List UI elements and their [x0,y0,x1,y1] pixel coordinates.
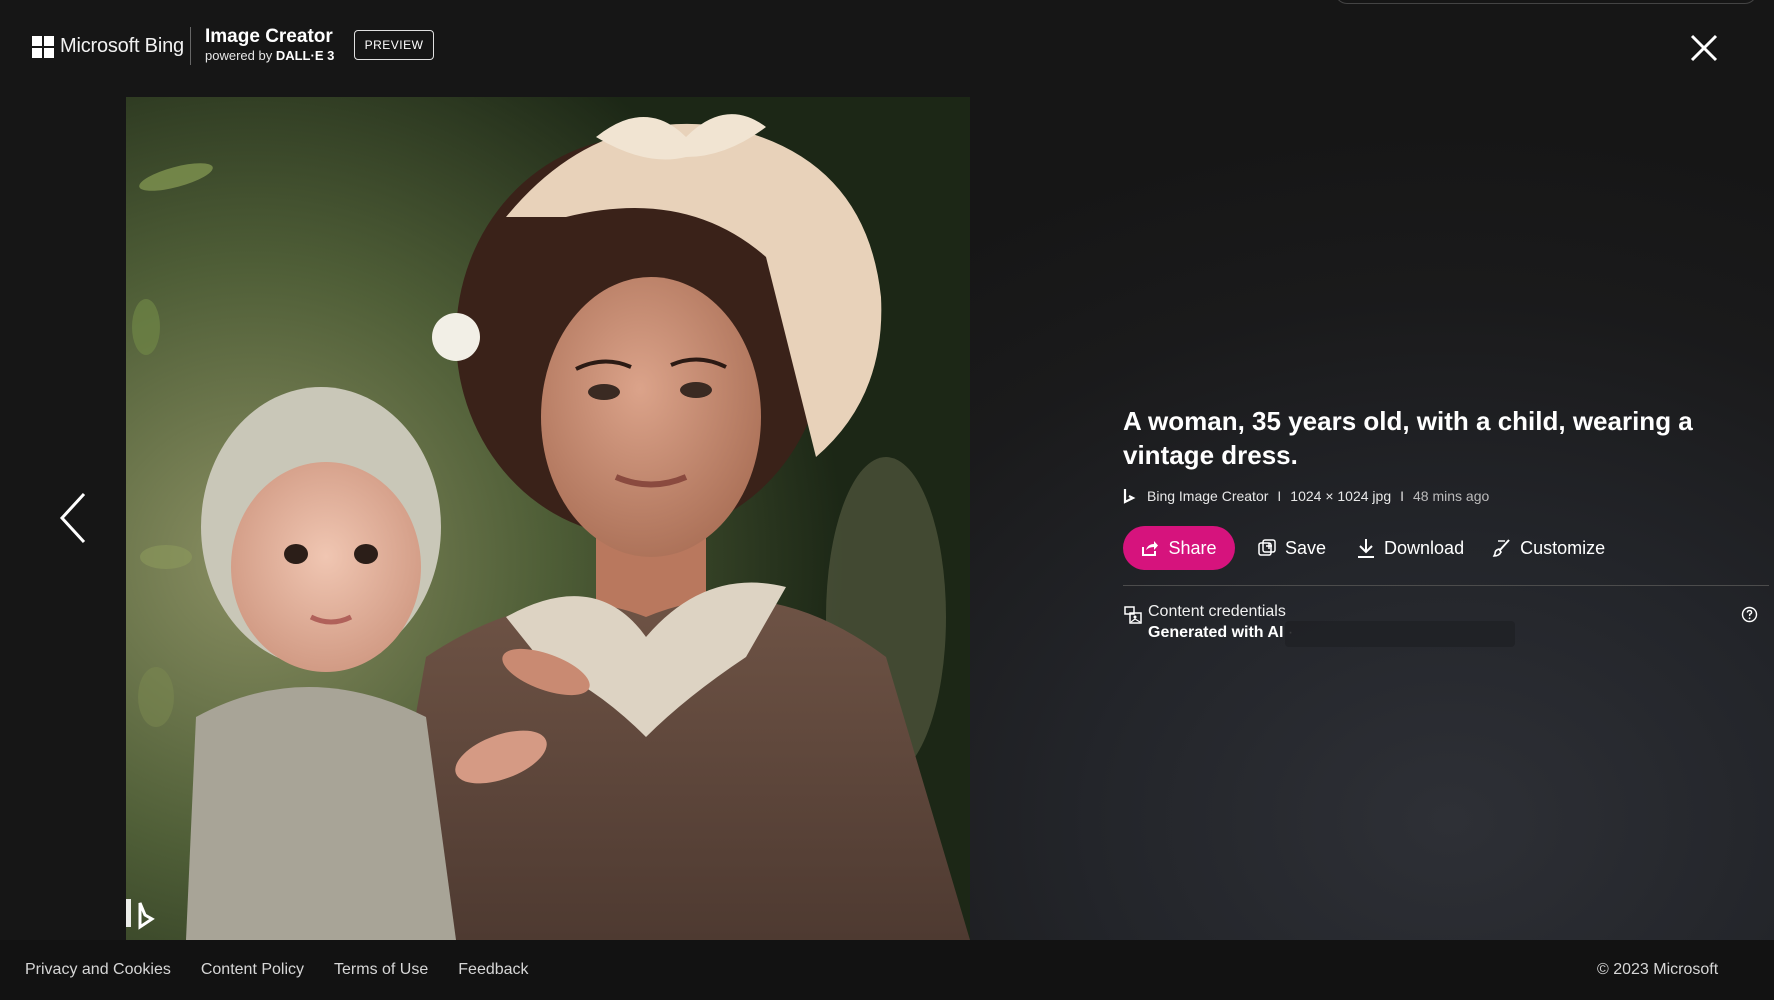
generated-image-art [126,97,970,940]
download-button[interactable]: Download [1356,537,1464,559]
microsoft-bing-logo[interactable]: Microsoft Bing [32,35,184,58]
customize-label: Customize [1520,537,1606,558]
image-time: 48 mins ago [1413,488,1490,504]
content-credentials: Content credentials Generated with AI · [1123,603,1773,647]
chevron-left-icon [59,492,86,544]
image-details-panel: A woman, 35 years old, with a child, wea… [1123,404,1773,647]
save-button[interactable]: Save [1257,538,1326,559]
image-dimensions: 1024 × 1024 jpg [1290,488,1392,504]
customize-button[interactable]: Customize [1492,538,1605,559]
product-title: Image Creator [205,26,333,47]
content-credentials-icon [1124,606,1142,624]
close-button[interactable] [1684,28,1724,68]
content-credentials-detail-blurred [1285,621,1515,647]
footer-link-content-policy[interactable]: Content Policy [201,961,304,979]
content-credentials-label: Content credentials [1148,603,1286,620]
powered-by-text: powered by DALL·E 3 [205,48,334,64]
footer-link-privacy[interactable]: Privacy and Cookies [25,961,171,979]
meta-separator: I [1400,488,1405,504]
header-divider [190,27,191,65]
meta-separator: I [1277,488,1282,504]
image-source: Bing Image Creator [1147,488,1269,504]
content-credentials-value: Generated with AI · [1148,624,1293,642]
action-bar: Share Save Download Customize [1123,526,1773,570]
image-meta: Bing Image Creator I 1024 × 1024 jpg I 4… [1123,486,1773,506]
preview-badge: PREVIEW [354,30,434,60]
copyright: © 2023 Microsoft [1597,961,1719,978]
generated-image[interactable] [126,97,970,940]
header-bar: Microsoft Bing Image Creator powered by … [0,0,1774,96]
save-collection-icon [1258,539,1276,556]
bing-icon [1123,489,1136,504]
brand-name: Microsoft Bing [60,35,184,57]
microsoft-logo-icon [32,35,54,58]
save-label: Save [1285,537,1327,558]
details-divider [1123,585,1769,586]
image-title: A woman, 35 years old, with a child, wea… [1123,406,1693,470]
footer-link-terms[interactable]: Terms of Use [334,961,428,979]
help-icon[interactable] [1741,606,1758,623]
paintbrush-icon [1492,539,1510,557]
powered-by-model: DALL·E 3 [275,48,335,63]
download-label: Download [1384,537,1465,558]
download-icon [1358,539,1375,558]
previous-image-button[interactable] [56,490,92,546]
search-bar-edge [1335,0,1757,4]
share-button[interactable]: Share [1123,526,1235,570]
share-label: Share [1168,537,1217,558]
share-icon [1142,541,1159,556]
product-title-block[interactable]: Image Creator powered by DALL·E 3 [205,26,334,64]
powered-by-prefix: powered by [205,48,273,63]
footer: Privacy and Cookies Content Policy Terms… [0,940,1774,1000]
content-credentials-value-text: Generated with AI [1148,624,1284,641]
close-icon [1690,34,1718,62]
footer-link-feedback[interactable]: Feedback [458,961,528,979]
